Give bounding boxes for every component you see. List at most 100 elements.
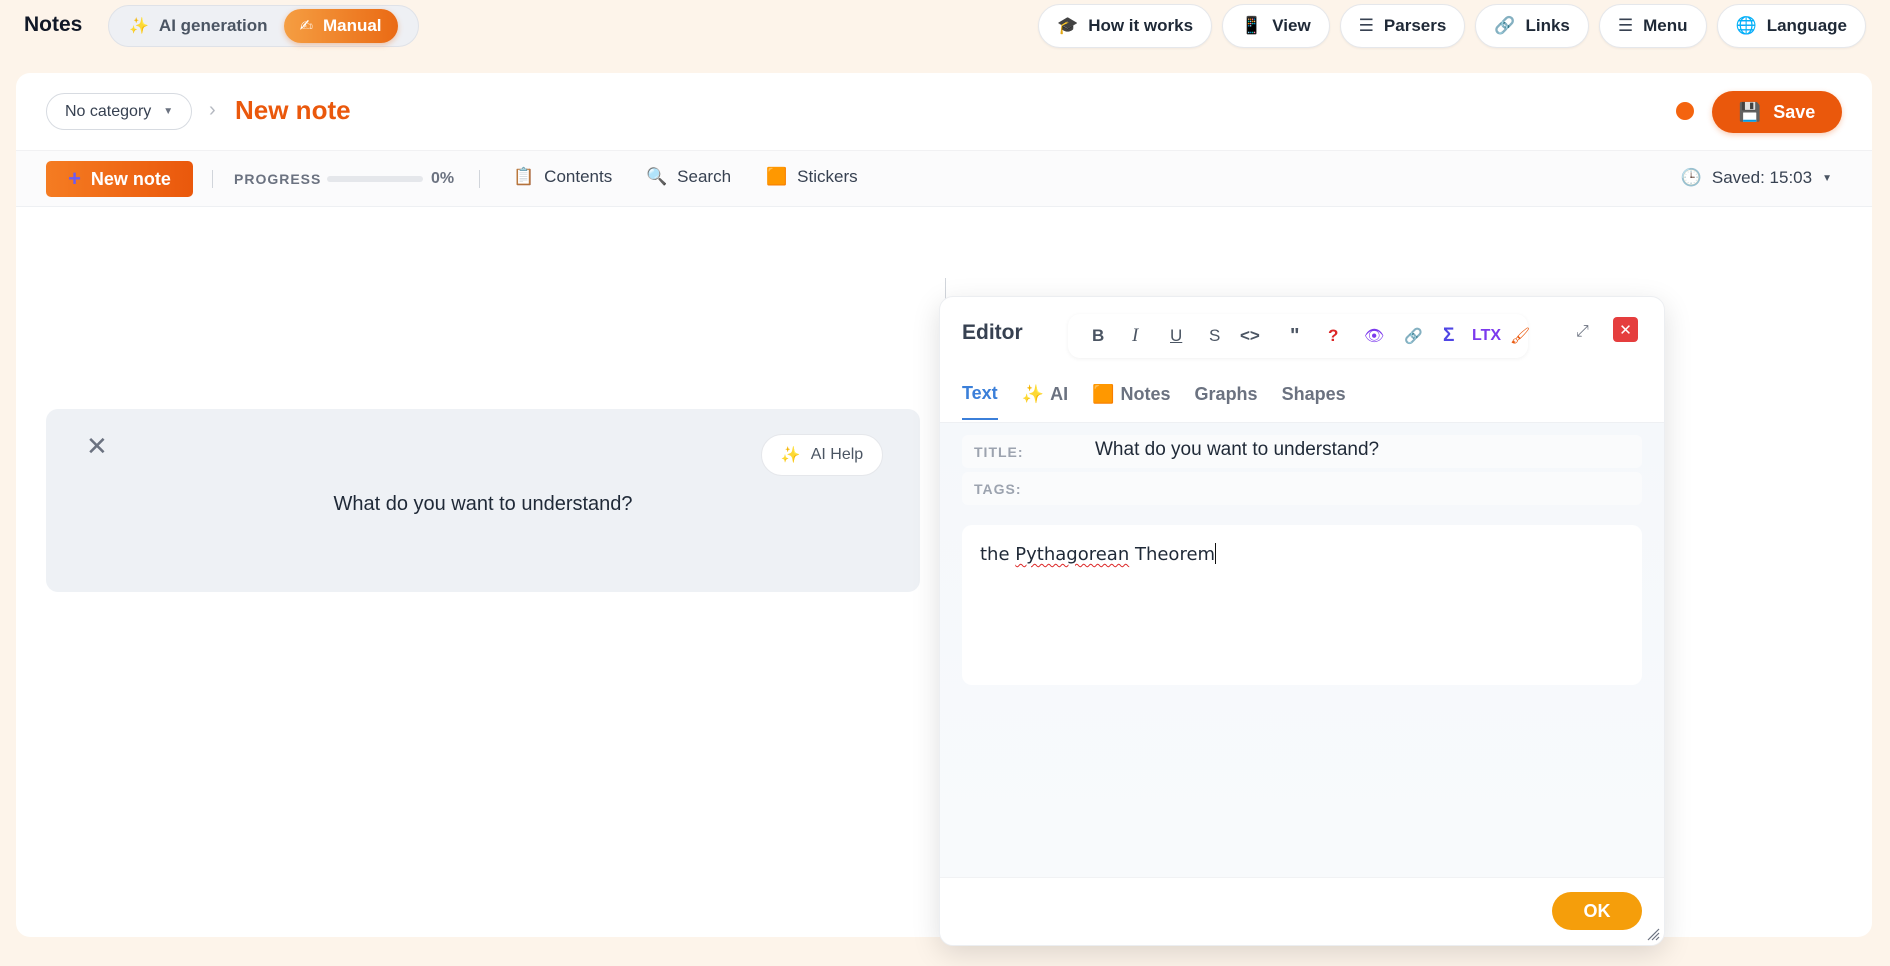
menu-button[interactable]: ☰ Menu [1598,4,1707,48]
tab-ai[interactable]: ✨ AI [1022,383,1068,420]
unsaved-indicator [1676,102,1694,120]
writing-hand-icon: ✍ [299,18,313,35]
bold-button[interactable]: B [1092,324,1104,348]
stickers-button[interactable]: 🟧 Stickers [766,167,858,187]
sticky-note-icon: 🟧 [1092,384,1115,404]
sticky-note-icon: 🟧 [766,167,788,186]
menu-label: Menu [1643,16,1688,35]
note-toolbar: + New note PROGRESS 0% 📋 Contents 🔍 Sear… [16,151,1872,207]
save-button[interactable]: 💾 Save [1712,91,1842,133]
contents-label: Contents [544,167,613,186]
progress-value: 0% [431,170,455,187]
strikethrough-button[interactable]: S [1209,324,1220,348]
text-content: the Pythagorean Theorem [980,543,1217,565]
sparkles-icon: ✨ [780,447,801,464]
tab-notes[interactable]: 🟧 Notes [1092,383,1170,420]
ai-help-button[interactable]: ✨ AI Help [761,434,883,476]
floppy-disk-icon: 💾 [1738,101,1762,122]
search-button[interactable]: 🔍 Search [646,167,731,187]
graduation-cap-icon: 🎓 [1057,16,1079,35]
contents-button[interactable]: 📋 Contents [513,167,612,187]
close-icon[interactable]: ✕ [86,431,108,462]
tab-graphs-label: Graphs [1194,384,1258,404]
new-note-label: New note [90,168,171,189]
clipboard-icon: 📋 [513,167,535,186]
progress-bar [327,176,423,182]
expand-icon[interactable]: ⤢ [1576,323,1589,341]
tags-field[interactable]: TAGS: [962,472,1642,505]
language-button[interactable]: 🌐 Language [1716,4,1866,48]
question-button[interactable]: ? [1328,324,1338,348]
tab-graphs[interactable]: Graphs [1195,383,1258,420]
editor-body: TITLE: What do you want to understand? T… [940,423,1664,879]
title-label: TITLE: [974,444,1024,460]
top-bar: Notes ✨ AI generation ✍ Manual 🎓 How it … [0,0,1890,52]
category-select[interactable]: No category ▼ [46,93,193,130]
italic-button[interactable]: I [1132,324,1138,348]
ai-generation-label: AI generation [158,16,268,35]
manual-mode-button[interactable]: ✍ Manual [283,9,398,43]
tags-label: TAGS: [974,481,1022,497]
ai-generation-mode-button[interactable]: ✨ AI generation [113,9,284,43]
title-value: What do you want to understand? [1095,439,1380,460]
tab-text-label: Text [962,383,998,403]
note-title: New note [235,95,351,125]
links-label: Links [1525,16,1570,35]
saved-status-dropdown[interactable]: 🕒 Saved: 15:03 ▼ [1681,168,1832,188]
link-icon[interactable]: 🔗 [1404,324,1423,348]
resize-handle-icon[interactable] [1646,927,1660,941]
manual-label: Manual [322,16,382,35]
parsers-label: Parsers [1383,16,1447,35]
chevron-right-icon: › [209,99,216,121]
caret-down-icon: ▼ [163,106,174,117]
clock-icon: 🕒 [1680,168,1702,187]
how-it-works-button[interactable]: 🎓 How it works [1038,4,1213,48]
text-editor[interactable]: the Pythagorean Theorem [962,525,1642,685]
language-label: Language [1766,16,1847,35]
new-note-button[interactable]: + New note [46,161,193,197]
parsers-button[interactable]: ☰ Parsers [1339,4,1466,48]
close-editor-button[interactable]: ✕ [1613,317,1638,342]
title-field[interactable]: TITLE: What do you want to understand? [962,435,1642,468]
editor-tabs: Text ✨ AI 🟧 Notes Graphs Shapes [962,383,1370,420]
stickers-label: Stickers [797,167,858,186]
mode-switch: ✨ AI generation ✍ Manual [108,5,419,47]
search-icon: 🔍 [646,167,668,186]
tab-notes-label: Notes [1120,384,1171,404]
link-icon: 🔗 [1494,16,1516,35]
editor-title: Editor [962,321,1023,344]
misspelled-word: Pythagorean [1015,544,1130,565]
brush-icon[interactable]: 🖌 [1510,324,1530,348]
tab-shapes[interactable]: Shapes [1282,383,1346,420]
eye-icon[interactable]: 👁 [1364,324,1384,348]
editor-footer: OK [940,877,1664,945]
underline-button[interactable]: U [1170,324,1182,348]
caret-down-icon: ▼ [1822,172,1832,184]
view-label: View [1272,16,1311,35]
sigma-icon[interactable]: Σ [1443,324,1454,348]
tab-text[interactable]: Text [962,383,998,420]
links-button[interactable]: 🔗 Links [1475,4,1589,48]
how-it-works-label: How it works [1088,16,1194,35]
text-segment: the [980,544,1016,565]
code-button[interactable]: <> [1240,324,1260,348]
latex-button[interactable]: LTX [1472,324,1501,348]
editor-panel: Editor B I U S <> " ? 👁 🔗 Σ LTX 🖌 ⤢ ✕ Te… [939,296,1665,946]
plus-icon: + [68,166,81,191]
text-cursor [1215,543,1217,564]
note-header: No category ▼ › New note 💾 Save [16,73,1872,151]
save-label: Save [1773,101,1816,122]
question-text: What do you want to understand? [333,493,633,515]
quote-button[interactable]: " [1290,324,1299,348]
sparkles-icon: ✨ [1021,384,1045,404]
app-title: Notes [24,13,83,36]
phone-icon: 📱 [1241,16,1263,35]
ai-help-label: AI Help [810,446,864,463]
list-icon: ☰ [1358,16,1374,35]
ok-button[interactable]: OK [1552,892,1642,930]
globe-icon: 🌐 [1735,16,1757,35]
progress-label: PROGRESS [234,171,322,187]
question-card[interactable]: ✕ ✨ AI Help What do you want to understa… [46,409,920,592]
view-button[interactable]: 📱 View [1222,4,1330,48]
menu-icon: ☰ [1617,16,1634,35]
